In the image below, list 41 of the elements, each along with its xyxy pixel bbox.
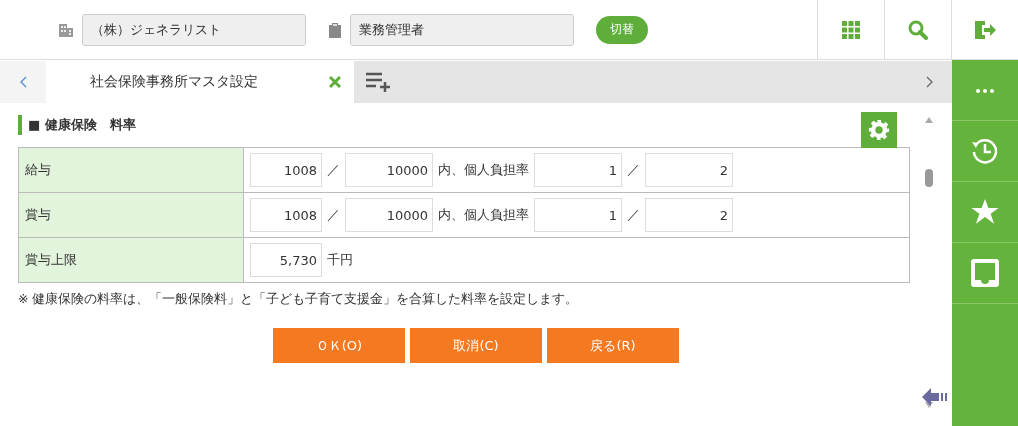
- number-field[interactable]: 1008: [250, 153, 322, 187]
- row-label: 賞与上限: [18, 237, 244, 283]
- list-add-icon: [366, 72, 392, 92]
- number-field[interactable]: 1008: [250, 198, 322, 232]
- number-field[interactable]: 1: [534, 198, 622, 232]
- row-label: 賞与: [18, 192, 244, 238]
- more-icon: [976, 88, 994, 93]
- company-field[interactable]: （株）ジェネラリスト: [82, 13, 306, 46]
- number-field[interactable]: 10000: [345, 153, 433, 187]
- note-text: ※ 健康保険の料率は、「一般保険料」と「子ども子育て支援金」を合算した料率を設定します。: [18, 291, 580, 308]
- settings-button[interactable]: [861, 112, 897, 148]
- field-text: 千円: [326, 251, 354, 269]
- row-label: 給与: [18, 147, 244, 193]
- number-field[interactable]: 2: [645, 153, 733, 187]
- number-field[interactable]: 10000: [345, 198, 433, 232]
- exit-door-icon: [974, 19, 996, 40]
- search-icon: [908, 19, 928, 40]
- field-text: ／: [326, 161, 341, 179]
- scroll-thumb[interactable]: [925, 169, 933, 187]
- scroll-up-icon[interactable]: [925, 117, 933, 123]
- number-field[interactable]: 1: [534, 153, 622, 187]
- number-field[interactable]: 5,730: [250, 243, 322, 277]
- field-text: ／: [326, 206, 341, 224]
- number-field[interactable]: 2: [645, 198, 733, 232]
- chevron-right-icon: [925, 76, 933, 88]
- collapse-arrow-icon[interactable]: [922, 388, 950, 406]
- inbox-icon: [971, 259, 999, 287]
- settings-icon: [868, 119, 890, 141]
- building-icon: [58, 21, 74, 38]
- chevron-left-icon: [19, 76, 27, 88]
- close-icon[interactable]: [328, 75, 342, 89]
- role-field[interactable]: 業務管理者: [350, 13, 574, 46]
- field-text: 内、個人負担率: [437, 161, 530, 179]
- clipboard-icon: [328, 21, 342, 38]
- field-text: 内、個人負担率: [437, 206, 530, 224]
- grid-icon: [842, 20, 860, 39]
- field-text: ／: [626, 161, 641, 179]
- tab[interactable]: 社会保険事務所マスタ設定: [46, 61, 354, 103]
- star-icon: [971, 199, 999, 225]
- field-text: ／: [626, 206, 641, 224]
- history-icon: [970, 136, 1000, 166]
